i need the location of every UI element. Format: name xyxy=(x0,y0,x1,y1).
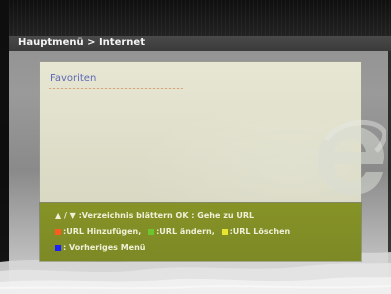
previous-menu-hint: : Vorheriges Menü xyxy=(63,243,146,252)
add-url-hint: :URL Hinzufügen, xyxy=(63,227,142,236)
delete-url-hint: :URL Löschen xyxy=(229,227,291,236)
favorites-underline xyxy=(49,88,183,89)
screen-bottom-border xyxy=(0,289,391,294)
tv-screen: Hauptmenü > Internet Favoriten ▲ / ▼ :Ve… xyxy=(0,0,391,294)
breadcrumb: Hauptmenü > Internet xyxy=(18,37,145,48)
blue-button-icon xyxy=(55,245,61,251)
favorites-title: Favoriten xyxy=(50,73,97,84)
help-line-url-actions: :URL Hinzufügen, :URL ändern, :URL Lösch… xyxy=(55,227,290,237)
help-line-navigation: ▲ / ▼ :Verzeichnis blättern OK : Gehe zu… xyxy=(55,211,255,220)
red-button-icon xyxy=(55,229,61,235)
help-line-previous-menu: : Vorheriges Menü xyxy=(55,243,145,253)
screen-left-border xyxy=(0,0,9,294)
yellow-button-icon xyxy=(221,229,228,235)
edit-url-hint: :URL ändern, xyxy=(156,227,215,236)
green-button-icon xyxy=(148,229,155,235)
top-header-band xyxy=(9,0,391,36)
